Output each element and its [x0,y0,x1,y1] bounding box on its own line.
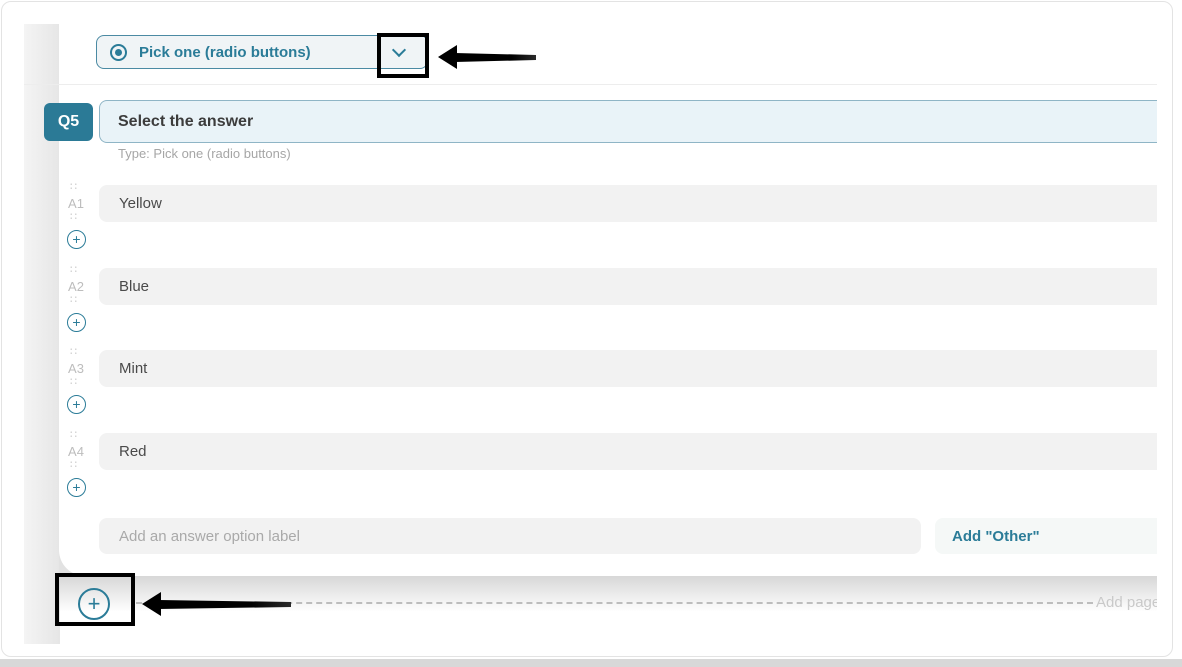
answer-id-label: A3 [62,361,90,376]
answer-row: ∷ A1 ∷ Yellow + [0,185,1182,255]
annotation-box-dropdown [377,33,429,78]
annotation-arrow-head [438,45,457,69]
question-type-label: Pick one (radio buttons) [139,44,311,61]
question-title-input[interactable] [99,100,1157,143]
answer-option-input[interactable]: Blue [99,268,1157,305]
add-answer-inline-button[interactable]: + [67,313,86,332]
answer-row: ∷ A4 ∷ Red + [0,433,1182,503]
drag-handle-icon[interactable]: ∷ [70,213,77,221]
radio-button-icon [110,44,127,61]
drag-handle-icon[interactable]: ∷ [70,431,77,439]
question-type-caption: Type: Pick one (radio buttons) [118,146,291,161]
answer-id-label: A4 [62,444,90,459]
add-answer-inline-button[interactable]: + [67,230,86,249]
add-page-label: Add page [1096,594,1157,611]
add-answer-inline-button[interactable]: + [67,478,86,497]
drag-handle-icon[interactable]: ∷ [70,183,77,191]
drag-handle-icon[interactable]: ∷ [70,461,77,469]
add-answer-inline-button[interactable]: + [67,395,86,414]
answer-id-label: A1 [62,196,90,211]
drag-handle-icon[interactable]: ∷ [70,348,77,356]
answer-row: ∷ A2 ∷ Blue + [0,268,1182,338]
add-page-label-clip: Add page [1096,594,1157,614]
screenshot-canvas: Pick one (radio buttons) Q5 Type: Pick o… [0,0,1182,667]
annotation-box-add-page [55,573,135,626]
answer-id-label: A2 [62,279,90,294]
drag-handle-icon[interactable]: ∷ [70,296,77,304]
answer-option-input[interactable]: Mint [99,350,1157,387]
bottom-edge-bar [0,659,1182,667]
question-number-badge: Q5 [44,103,93,141]
annotation-arrow-head [142,592,161,616]
add-answer-input[interactable] [99,518,921,554]
answer-row: ∷ A3 ∷ Mint + [0,350,1182,420]
drag-handle-icon[interactable]: ∷ [70,378,77,386]
answer-option-input[interactable]: Red [99,433,1157,470]
drag-handle-icon[interactable]: ∷ [70,266,77,274]
add-other-button[interactable]: Add "Other" [935,518,1157,554]
answer-option-input[interactable]: Yellow [99,185,1157,222]
toolbar-divider [24,84,1157,85]
